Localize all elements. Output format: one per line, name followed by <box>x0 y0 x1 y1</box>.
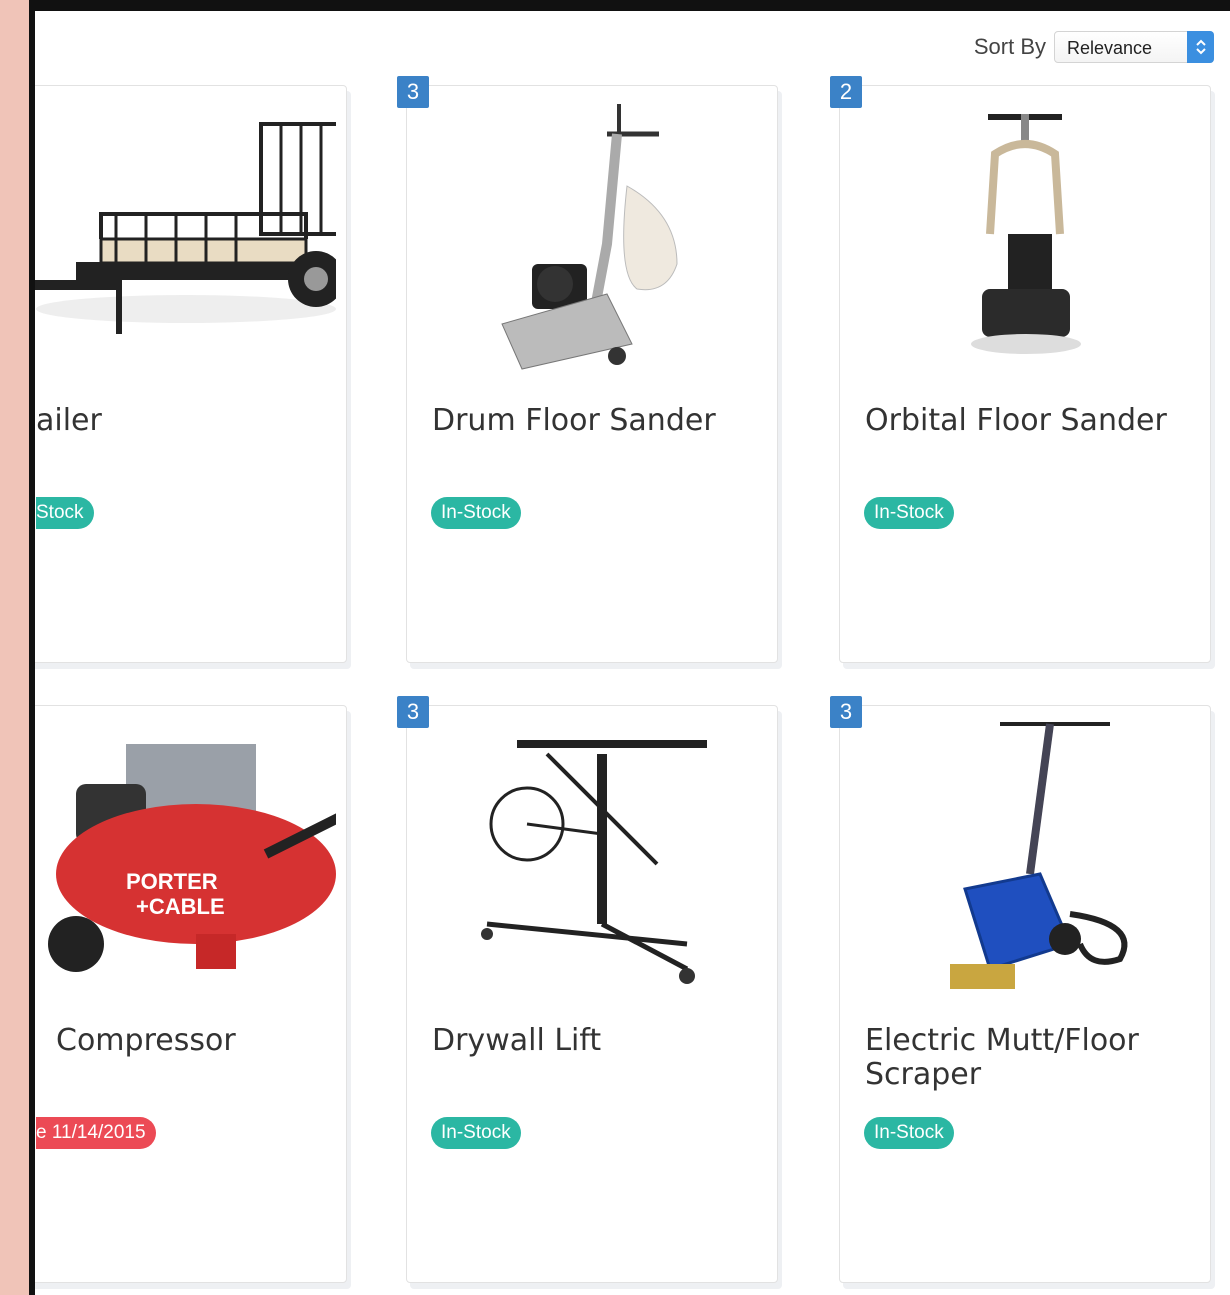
status-badge: e 11/14/2015 <box>36 1117 156 1149</box>
product-title[interactable]: ailer <box>36 404 102 438</box>
top-bar <box>29 0 1230 11</box>
status-badge: In-Stock <box>864 497 954 529</box>
status-badge: In-Stock <box>864 1117 954 1149</box>
product-card-electric-mutt-floor-scraper[interactable]: Electric Mutt/Floor Scraper In-Stock <box>839 705 1211 1283</box>
quantity-badge: 3 <box>397 76 429 108</box>
sort-select[interactable]: Relevance <box>1054 31 1214 63</box>
product-title[interactable]: Drum Floor Sander <box>432 404 757 438</box>
product-card-trailer[interactable]: ailer Stock <box>35 85 358 663</box>
product-title[interactable]: Electric Mutt/Floor Scraper <box>865 1024 1190 1092</box>
product-title[interactable]: Drywall Lift <box>432 1024 757 1058</box>
status-badge: Stock <box>36 497 94 529</box>
drywall-lift-image[interactable] <box>437 714 747 1004</box>
svg-text:PORTER: PORTER <box>126 869 218 894</box>
product-title[interactable]: Orbital Floor Sander <box>865 404 1190 438</box>
drum-floor-sander-image[interactable] <box>437 94 747 384</box>
status-badge: In-Stock <box>431 1117 521 1149</box>
sort-select-value: Relevance <box>1067 38 1153 58</box>
product-card-drywall-lift[interactable]: Drywall Lift In-Stock <box>406 705 778 1283</box>
product-card-orbital-floor-sander[interactable]: Orbital Floor Sander In-Stock <box>839 85 1211 663</box>
sort-control: Sort By Relevance <box>974 31 1214 63</box>
air-compressor-image[interactable]: PORTER +CABLE <box>35 714 349 1004</box>
product-card-drum-floor-sander[interactable]: Drum Floor Sander In-Stock <box>406 85 778 663</box>
floor-scraper-image[interactable] <box>870 714 1180 1004</box>
trailer-image[interactable] <box>35 94 358 384</box>
product-grid-area: Sort By Relevance ailer Stock Drum Floor… <box>35 11 1230 1295</box>
orbital-floor-sander-image[interactable] <box>870 94 1180 384</box>
quantity-badge: 3 <box>397 696 429 728</box>
sidebar-strip <box>0 0 29 1295</box>
sort-label: Sort By <box>973 34 1046 59</box>
updown-arrows-icon[interactable] <box>1187 31 1214 63</box>
product-title[interactable]: Compressor <box>56 1024 236 1058</box>
product-card-air-compressor[interactable]: PORTER +CABLE Compressor e 11/14/2015 <box>35 705 349 1283</box>
status-badge: In-Stock <box>431 497 521 529</box>
quantity-badge: 2 <box>830 76 862 108</box>
quantity-badge: 3 <box>830 696 862 728</box>
svg-text:+CABLE: +CABLE <box>136 894 225 919</box>
